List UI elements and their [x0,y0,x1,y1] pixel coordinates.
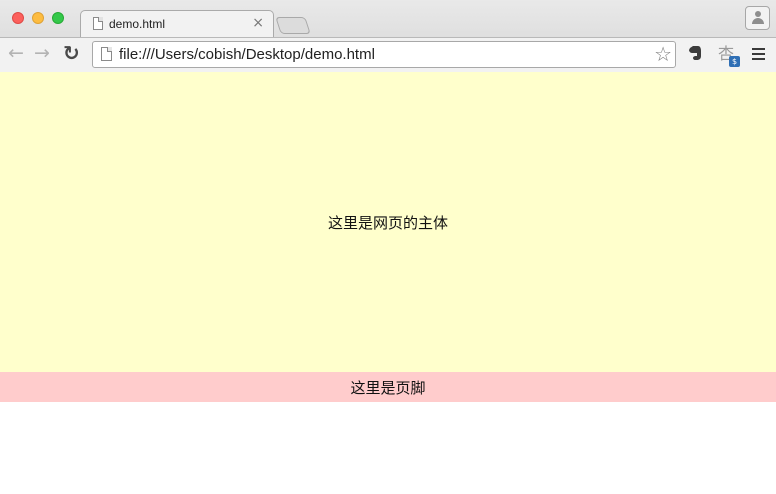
address-bar[interactable]: file:///Users/cobish/Desktop/demo.html ☆ [92,41,676,68]
tab-close-icon[interactable]: × [252,15,264,31]
evernote-icon-svg [689,46,701,60]
toolbar: ← → ↻ file:///Users/cobish/Desktop/demo.… [0,37,776,72]
tab-demo[interactable]: demo.html × [80,10,274,37]
page-footer: 这里是页脚 [0,372,776,402]
menu-line [752,48,765,50]
tab-title: demo.html [109,17,166,31]
main-body-text: 这里是网页的主体 [327,213,448,232]
new-tab-button[interactable] [275,17,311,34]
window-minimize-button[interactable] [32,12,44,24]
address-text[interactable]: file:///Users/cobish/Desktop/demo.html [119,46,375,63]
menu-line [752,58,765,60]
reload-button[interactable]: ↻ [63,42,80,64]
bookmark-star-icon[interactable]: ☆ [654,43,672,65]
browser-chrome: demo.html × ← → ↻ file:///Users/cobish/D… [0,0,776,72]
page-main-section: 这里是网页的主体 [0,72,776,372]
page-blank-area [0,402,776,494]
evernote-icon[interactable] [688,45,702,65]
profile-button[interactable] [745,6,770,30]
person-icon-body [752,18,764,24]
menu-icon[interactable] [752,48,765,60]
page-icon [101,47,112,61]
window-close-button[interactable] [12,12,24,24]
document-icon [93,17,103,30]
back-button[interactable]: ← [8,42,24,64]
window-maximize-button[interactable] [52,12,64,24]
menu-line [752,53,765,55]
forward-button[interactable]: → [34,42,50,64]
footer-text: 这里是页脚 [350,378,426,397]
person-icon [755,11,761,17]
translate-badge: $ [729,56,740,67]
